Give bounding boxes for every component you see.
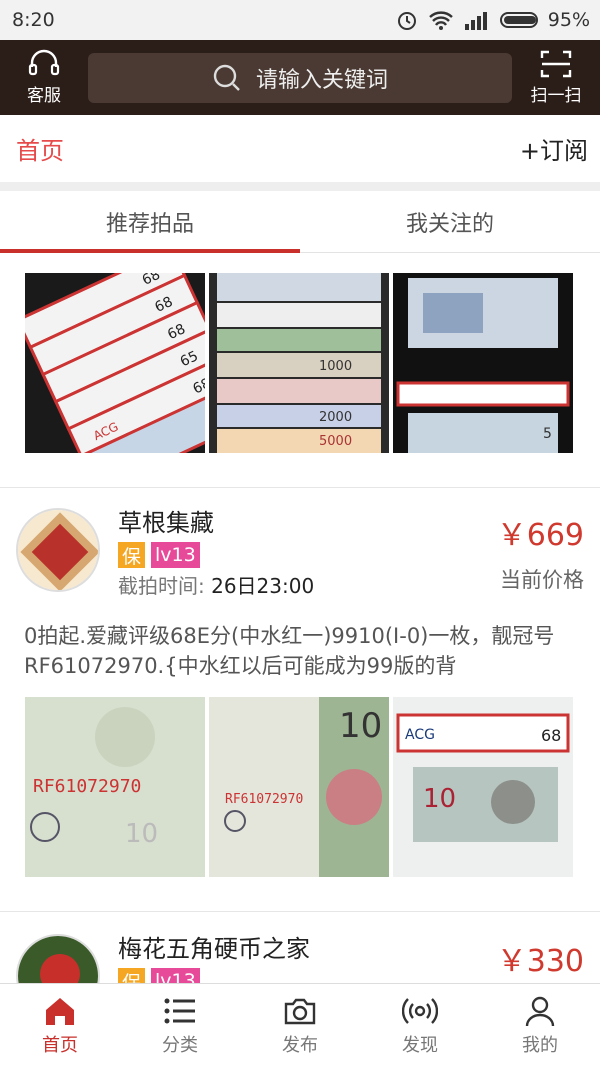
- svg-text:1000: 1000: [319, 359, 352, 374]
- app-header: 客服 请输入关键词 扫一扫: [0, 40, 600, 115]
- scan-label: 扫一扫: [530, 86, 582, 106]
- svg-text:RF61072970: RF61072970: [33, 776, 141, 797]
- price-label: 当前价格: [500, 568, 584, 592]
- status-time: 8:20: [12, 9, 55, 31]
- banknote-closeup-photo[interactable]: RF61072970 10: [25, 697, 205, 877]
- svg-text:5: 5: [543, 426, 552, 442]
- bottom-nav: 首页 分类 发布 发现 我的: [0, 983, 600, 1067]
- search-placeholder: 请输入关键词: [255, 67, 388, 93]
- nav-category[interactable]: 分类: [120, 984, 240, 1067]
- list-icon: [164, 998, 195, 1023]
- broadcast-icon: [402, 997, 438, 1024]
- battery-icon: [499, 12, 538, 28]
- app-screen: 8:20 95% 客服 请输入关键词 扫一扫 首页 +订阅 推荐拍品 我关注的 …: [0, 0, 600, 1067]
- listing-image-row: RF61072970 10 RF61072970 10 ACG 68 10: [0, 697, 600, 877]
- svg-text:10: 10: [423, 784, 456, 814]
- svg-text:ACG: ACG: [405, 727, 435, 743]
- graded-banknotes-photo[interactable]: 68 68 68 65 68 ACG: [25, 273, 205, 453]
- customer-service-label: 客服: [27, 86, 61, 106]
- feed-tabs: 推荐拍品 我关注的: [0, 191, 600, 253]
- top-image-row: 68 68 68 65 68 ACG 1000 2000 5000 5: [0, 273, 600, 453]
- banknote-stack-photo[interactable]: 1000 2000 5000: [209, 273, 389, 453]
- guarantee-badge: 保: [118, 542, 146, 568]
- signal-icon: [464, 12, 487, 30]
- nav-publish[interactable]: 发布: [240, 984, 360, 1067]
- section-gap: [0, 183, 600, 191]
- search-icon: [213, 64, 240, 91]
- listing-card[interactable]: 草根集藏 保 lv13 截拍时间: 26日23:00 ￥669 当前价格 0拍起…: [0, 488, 600, 681]
- current-price: ￥669: [496, 518, 584, 553]
- svg-text:2000: 2000: [319, 410, 352, 425]
- subscribe-button[interactable]: +订阅: [520, 131, 588, 166]
- svg-text:10: 10: [125, 819, 158, 849]
- tab-following[interactable]: 我关注的: [300, 191, 600, 252]
- svg-text:10: 10: [339, 706, 382, 746]
- level-badge: lv13: [151, 542, 200, 568]
- current-price: ￥330: [496, 944, 584, 979]
- user-icon: [525, 996, 555, 1026]
- sub-header: 首页 +订阅: [0, 115, 600, 183]
- camera-icon: [284, 998, 316, 1024]
- graded-note-photo[interactable]: ACG 68 10: [393, 697, 573, 877]
- scan-button[interactable]: 扫一扫: [526, 49, 586, 106]
- headset-icon: [28, 49, 60, 76]
- slabbed-banknote-photo[interactable]: 5: [393, 273, 573, 453]
- search-input[interactable]: 请输入关键词: [88, 52, 512, 103]
- scan-icon: [540, 50, 572, 78]
- svg-text:68: 68: [541, 726, 561, 745]
- customer-service-button[interactable]: 客服: [14, 49, 74, 106]
- wifi-icon: [428, 11, 453, 30]
- status-bar: 8:20 95%: [0, 0, 600, 40]
- nav-mine[interactable]: 我的: [480, 984, 600, 1067]
- page-title: 首页: [16, 137, 64, 165]
- svg-text:5000: 5000: [319, 434, 352, 449]
- nav-discover[interactable]: 发现: [360, 984, 480, 1067]
- battery-text: 95%: [547, 9, 590, 31]
- svg-text:RF61072970: RF61072970: [225, 792, 303, 807]
- listing-description[interactable]: 0拍起.爱藏评级68E分(中水红一)9910(I-0)一枚，靓冠号RF61072…: [24, 621, 584, 681]
- tab-recommended[interactable]: 推荐拍品: [0, 191, 300, 253]
- end-time-value: 26日23:00: [211, 574, 315, 598]
- alarm-icon: [397, 12, 416, 30]
- home-icon: [46, 997, 74, 1025]
- banknote-closeup-photo[interactable]: RF61072970 10: [209, 697, 389, 877]
- nav-home[interactable]: 首页: [0, 984, 120, 1067]
- avatar[interactable]: [16, 508, 100, 592]
